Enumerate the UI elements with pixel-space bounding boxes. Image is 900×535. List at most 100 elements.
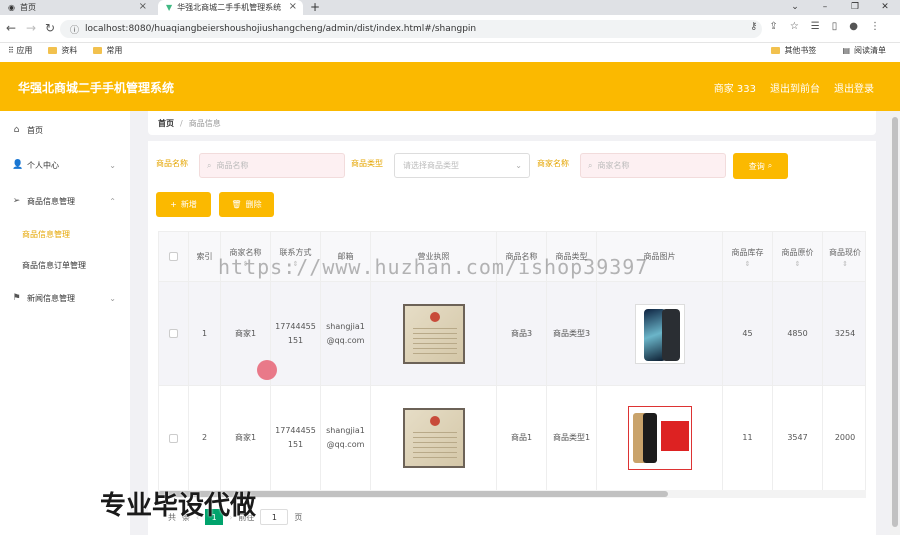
cell-orig-price: 3547	[773, 386, 823, 490]
bookmark-folder[interactable]: 其他书签	[771, 45, 816, 56]
sort-icon[interactable]: ⇕	[795, 260, 801, 268]
goods-name-input[interactable]: ⌕ 商品名称	[199, 153, 345, 178]
checkbox[interactable]	[169, 329, 178, 338]
header-label: 商品库存	[731, 247, 764, 257]
shop-name-input[interactable]: ⌕ 商家名称	[580, 153, 726, 178]
license-image[interactable]	[402, 408, 465, 468]
bookmark-folder[interactable]: 资料	[48, 45, 77, 56]
key-icon[interactable]: ⚷	[750, 21, 757, 32]
cell-phone: 17744455151	[271, 282, 321, 385]
reload-icon[interactable]: ↻	[45, 21, 55, 35]
header-now-price: 商品现价 ⇕	[823, 232, 865, 281]
cell-shop: 商家1	[221, 386, 271, 490]
header-stock: 商品库存 ⇕	[723, 232, 773, 281]
browser-tab-active[interactable]: ▼ 华强北商城二手手机管理系统 ×	[158, 0, 303, 15]
bookmark-label: 资料	[61, 45, 78, 55]
logout-link[interactable]: 退出登录	[834, 80, 874, 95]
reading-list-icon: ▤	[842, 45, 850, 55]
sidebar-icon[interactable]: ▯	[832, 21, 838, 32]
goods-image[interactable]	[627, 406, 692, 470]
goods-image[interactable]	[634, 303, 685, 364]
current-user: 商家 333	[713, 84, 756, 95]
sidebar-item-label: 商品信息管理	[27, 196, 75, 206]
cell-index: 1	[189, 282, 221, 385]
minimize-icon[interactable]: –	[810, 0, 840, 15]
info-icon[interactable]: ⓘ	[70, 23, 79, 36]
window-controls: ⌄ – ❐ ✕	[780, 0, 900, 15]
sort-icon[interactable]: ⇕	[842, 260, 848, 268]
select-all-checkbox[interactable]	[159, 232, 189, 281]
profile-icon[interactable]: ●	[849, 21, 858, 32]
sidebar-item-label: 商品信息管理	[22, 229, 70, 239]
chevron-down-icon[interactable]: ⌄	[780, 0, 810, 15]
user-icon: 👤	[12, 160, 24, 170]
search-icon: ⌕	[588, 160, 593, 170]
reading-list-link[interactable]: ▤ 阅读清单	[842, 45, 886, 56]
checkbox[interactable]	[169, 433, 178, 443]
browser-tab-home[interactable]: ◉ 首页 ×	[0, 0, 153, 15]
search-icon: ⌕	[767, 161, 773, 170]
sidebar-item-news[interactable]: ⚑ 新闻信息管理 ⌄	[0, 288, 130, 308]
bookmarks-bar: ⠿ 应用 资料 常用 其他书签 ▤ 阅读清单	[0, 43, 900, 57]
folder-icon	[48, 46, 58, 54]
watermark-text: https://www.huzhan.com/ishop39397	[218, 255, 649, 279]
menu-icon[interactable]: ⋮	[870, 21, 880, 32]
bookmark-label: 常用	[106, 45, 123, 55]
search-icon: ⌕	[207, 160, 212, 170]
header-orig-price: 商品原价 ⇕	[773, 232, 823, 281]
cell-goods-name: 商品3	[497, 282, 547, 385]
browser-tabbar: ◉ 首页 × ▼ 华强北商城二手手机管理系统 × + ⌄ – ❐ ✕	[0, 0, 900, 15]
delete-button[interactable]: 🗑 删除	[219, 192, 274, 217]
close-window-icon[interactable]: ✕	[870, 0, 900, 15]
bookmark-folder[interactable]: 常用	[93, 45, 122, 56]
license-image[interactable]	[402, 303, 465, 364]
share-icon[interactable]: ⇪	[769, 21, 777, 32]
close-icon[interactable]: ×	[139, 1, 147, 12]
new-tab-button[interactable]: +	[310, 0, 320, 15]
cell-goods-type: 商品类型3	[547, 282, 597, 385]
scroll-thumb[interactable]	[892, 117, 898, 527]
star-icon[interactable]: ☆	[790, 21, 799, 32]
horizontal-scrollbar[interactable]	[158, 490, 866, 498]
sidebar-item-goods[interactable]: ➢ 商品信息管理 ⌃	[0, 191, 130, 211]
breadcrumb-home[interactable]: 首页	[158, 118, 174, 129]
pager-page-suffix: 页	[294, 512, 303, 522]
cell-orig-price: 4850	[773, 282, 823, 385]
search-button[interactable]: 查询 ⌕	[733, 153, 788, 179]
placeholder-text: 请选择商品类型	[403, 161, 459, 170]
reading-list-icon[interactable]: ☰	[811, 21, 820, 32]
sidebar-subitem-goods[interactable]: 商品信息管理	[0, 224, 130, 244]
chevron-down-icon: ⌄	[109, 160, 116, 170]
placeholder-text: 商家名称	[597, 161, 630, 170]
sidebar-item-home[interactable]: ⌂ 首页	[0, 120, 130, 140]
back-to-front-link[interactable]: 退出到前台	[770, 80, 820, 95]
table-row[interactable]: 2 商家1 17744455151 shangjia1@qq.com 商品1 商…	[159, 386, 865, 490]
page-jump-input[interactable]: 1	[260, 509, 289, 525]
checkbox[interactable]	[169, 252, 178, 261]
cell-stock: 11	[723, 386, 773, 490]
close-icon[interactable]: ×	[289, 1, 297, 12]
cell-license	[371, 282, 497, 385]
restore-icon[interactable]: ❐	[840, 0, 870, 15]
sidebar: ⌂ 首页 👤 个人中心 ⌄ ➢ 商品信息管理 ⌃ 商品信息管理 商品信息订单管理…	[0, 111, 130, 535]
address-icons: ⚷ ⇪ ☆ ☰ ▯ ● ⋮	[750, 21, 880, 32]
add-button[interactable]: + 新增	[156, 192, 211, 217]
header-label: 商品现价	[829, 247, 861, 257]
cell-license	[371, 386, 497, 490]
bookmark-label: 阅读清单	[854, 45, 886, 55]
row-checkbox[interactable]	[159, 282, 189, 385]
url-input[interactable]: ⓘ localhost:8080/huaqiangbeiershoushojiu…	[60, 20, 762, 38]
send-icon: ➢	[12, 196, 21, 206]
goods-type-select[interactable]: 请选择商品类型 ⌄	[394, 153, 530, 178]
sidebar-subitem-orders[interactable]: 商品信息订单管理	[0, 255, 130, 275]
apps-icon[interactable]: ⠿ 应用	[8, 45, 32, 56]
back-icon[interactable]: ←	[6, 21, 16, 35]
sort-icon[interactable]: ⇕	[745, 260, 751, 268]
sidebar-item-profile[interactable]: 👤 个人中心 ⌄	[0, 155, 130, 175]
row-checkbox[interactable]	[159, 386, 189, 490]
breadcrumb-separator: /	[180, 118, 183, 128]
forward-icon[interactable]: →	[26, 21, 36, 35]
vertical-scrollbar[interactable]	[890, 111, 900, 535]
home-icon: ⌂	[13, 125, 20, 135]
mouse-cursor-indicator	[257, 360, 277, 380]
